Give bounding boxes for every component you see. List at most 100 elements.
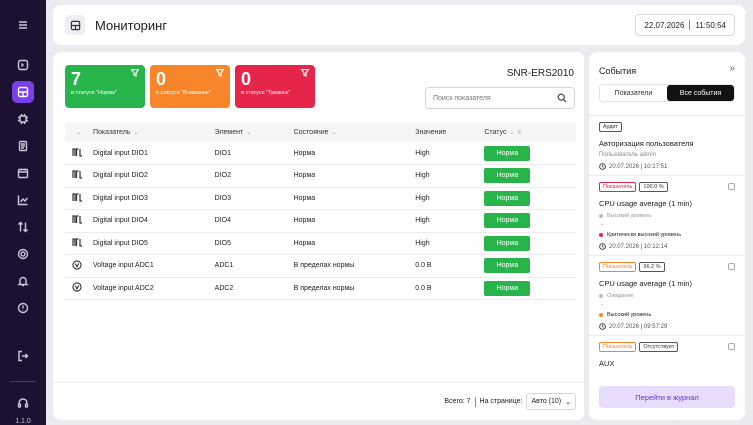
event-item[interactable]: Показатель 96.2 % CPU usage average (1 min… (589, 255, 745, 335)
document-icon[interactable] (12, 135, 34, 157)
total-count: Всего: 7 (444, 398, 471, 405)
element-name: DIO4 (214, 217, 231, 225)
search-box[interactable] (425, 87, 575, 109)
info-icon[interactable] (12, 297, 34, 319)
value-text: High (415, 239, 430, 247)
event-name: AUX (599, 359, 615, 368)
event-tags: Показатель 96.2 % (599, 262, 735, 272)
status-card-count: 0 (241, 69, 252, 89)
event-tag: 100.0 % (639, 182, 668, 192)
indicators-table: ⌄ Показатель ⌄ Элемент ⌄ Состояние ⌄ Значен… (65, 123, 576, 300)
value-text: High (415, 172, 430, 180)
event-level-to: Критически высокий уровень (599, 232, 735, 238)
event-tag: 96.2 % (639, 262, 665, 272)
filter-icon[interactable] (300, 68, 310, 77)
datetime-separator (689, 20, 691, 30)
search-icon[interactable] (557, 93, 567, 103)
open-journal-button[interactable]: Перейти в журнал (599, 386, 735, 408)
tab-all-events[interactable]: Все события (667, 85, 734, 101)
transfer-icon[interactable] (12, 216, 34, 238)
filter-icon[interactable] (130, 68, 140, 77)
chart-icon[interactable] (12, 189, 34, 211)
collapse-panel-icon[interactable]: » (729, 63, 735, 74)
clock-icon (599, 243, 606, 250)
terminal-icon[interactable] (12, 54, 34, 76)
tab-indicators[interactable]: Показатели (600, 85, 667, 101)
element-name: DIO3 (214, 194, 231, 202)
page-size-value: Авто (10) (531, 398, 562, 405)
table-footer: Всего: 7 На странице: Авто (10) ⌄ (53, 382, 584, 420)
table-row[interactable]: Voltage input ADC1 ADC1 В пределах нормы 0.… (65, 255, 576, 278)
events-tabs: Показатели Все события (599, 84, 735, 102)
page-header: Мониторинг 22.07.2026 11:50:54 (53, 5, 745, 45)
event-item[interactable]: Показатель Отсутствует AUX (589, 335, 745, 373)
status-card-count: 0 (156, 69, 167, 89)
expand-all-toggle[interactable]: ⌄ (65, 123, 89, 142)
value-text: High (415, 149, 430, 157)
state-text: Норма (293, 194, 316, 202)
status-badge: Норма (484, 168, 531, 184)
event-tag: Аудит (599, 122, 622, 132)
bell-icon[interactable] (12, 270, 34, 292)
filter-lines-icon: ≡ (517, 130, 522, 136)
page-size-select[interactable]: Авто (10) ⌄ (526, 393, 576, 410)
state-text: Норма (293, 149, 316, 157)
monitoring-nav-icon[interactable] (12, 81, 34, 103)
indicator-name: Digital input DIO1 (93, 149, 148, 157)
column-header-element[interactable]: Элемент ⌄ (211, 123, 290, 142)
status-badge: Норма (484, 258, 531, 274)
status-card-norm[interactable]: 7 в статусе "Норма" (65, 65, 145, 108)
value-text: 0.0 В (415, 284, 432, 292)
column-header-indicator[interactable]: Показатель ⌄ (89, 123, 211, 142)
column-header-state[interactable]: Состояние ⌄ (290, 123, 412, 142)
event-tags: Показатель 100.0 % (599, 182, 735, 192)
table-row[interactable]: Digital input DIO4 DIO4 Норма High Норма (65, 210, 576, 233)
event-item[interactable]: Показатель 100.0 % CPU usage average (1 mi… (589, 175, 745, 255)
event-checkbox[interactable] (728, 263, 735, 270)
event-tag: Отсутствует (639, 342, 679, 352)
indicator-name: Digital input DIO4 (93, 217, 148, 225)
status-badge: Норма (484, 280, 531, 296)
event-level-from: Высокий уровень (599, 213, 735, 219)
table-row[interactable]: Digital input DIO5 DIO5 Норма High Норма (65, 232, 576, 255)
column-header-value: Значение (415, 129, 447, 136)
chip-icon[interactable] (12, 108, 34, 130)
event-time: 20.07.2026 | 10:12:14 (599, 243, 735, 250)
sidebar: 1.1.0 (0, 0, 46, 425)
event-tags: Аудит (599, 122, 735, 132)
table-row[interactable]: Voltage input ADC2 ADC2 В пределах нормы 0.… (65, 277, 576, 300)
table-row[interactable]: Digital input DIO2 DIO2 Норма High Норма (65, 165, 576, 187)
digital-input-icon (65, 142, 89, 165)
calendar-icon[interactable] (12, 162, 34, 184)
page-title: Мониторинг (95, 17, 168, 33)
table-row[interactable]: Digital input DIO1 DIO1 Норма High Норма (65, 142, 576, 165)
app-version: 1.1.0 (15, 418, 31, 425)
digital-input-icon (65, 210, 89, 233)
filter-icon[interactable] (215, 68, 225, 77)
sidebar-divider (10, 381, 36, 382)
event-checkbox[interactable] (728, 343, 735, 350)
table-row[interactable]: Digital input DIO3 DIO3 Норма High Норма (65, 187, 576, 210)
status-card-warning[interactable]: 0 в статусе "Внимание" (150, 65, 230, 108)
menu-icon[interactable] (12, 14, 34, 36)
device-name: SNR-ERS2010 (506, 68, 574, 79)
column-header-status[interactable]: Статус ⌄ ≡ (480, 123, 576, 142)
event-user: Пользователь admin (599, 152, 656, 158)
event-tag: Показатель (599, 262, 637, 272)
events-title: События (599, 66, 637, 76)
indicator-name: Voltage input ADC1 (93, 262, 154, 270)
logout-icon[interactable] (12, 345, 34, 367)
chevron-down-icon: ⌄ (600, 301, 605, 307)
event-checkbox[interactable] (728, 183, 735, 190)
voltage-icon (65, 255, 89, 278)
state-text: Норма (293, 217, 316, 225)
status-badge: Норма (484, 213, 531, 229)
event-tags: Показатель Отсутствует (599, 342, 735, 352)
status-card-label: в статусе "Норма" (71, 90, 118, 96)
status-card-alarm[interactable]: 0 в статусе "Тревога" (235, 65, 315, 108)
indicator-name: Voltage input ADC2 (93, 284, 154, 292)
settings-icon[interactable] (12, 243, 34, 265)
headset-icon[interactable] (12, 392, 34, 414)
search-input[interactable] (433, 94, 557, 102)
event-item[interactable]: Аудит Авторизация пользователя Пользовател… (589, 115, 745, 175)
